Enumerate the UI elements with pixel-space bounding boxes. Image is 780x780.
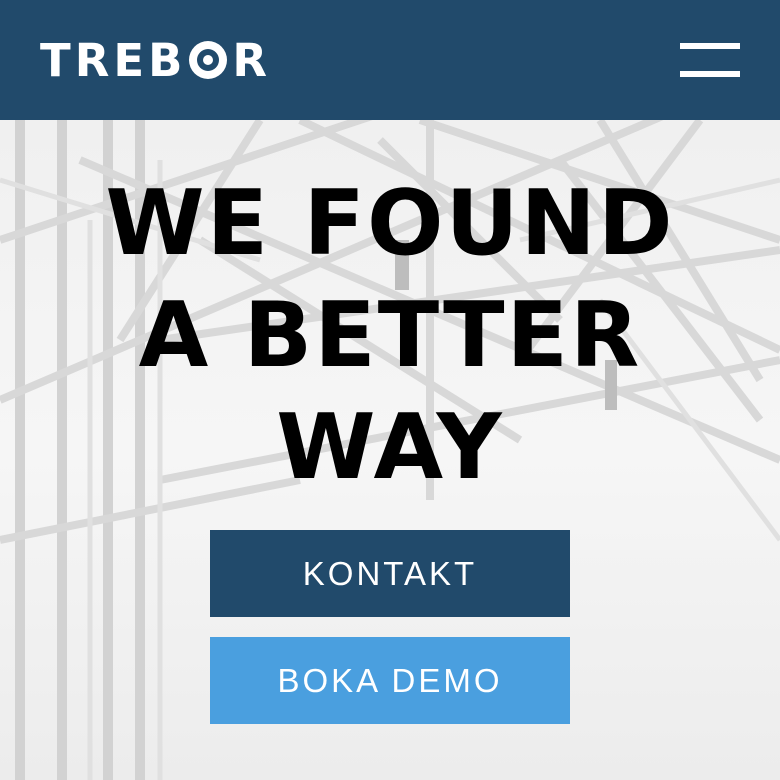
hamburger-menu-icon[interactable]	[680, 43, 740, 77]
book-demo-button[interactable]: BOKA DEMO	[210, 637, 570, 724]
trebor-logo[interactable]: TREB R	[40, 38, 271, 83]
headline-line-2: A BETTER	[138, 283, 642, 388]
site-header: TREB R	[0, 0, 780, 120]
logo-text-prefix: TREB	[40, 33, 187, 87]
logo-text-suffix: R	[232, 33, 272, 87]
headline-line-1: WE FOUND	[105, 171, 675, 276]
contact-button[interactable]: KONTAKT	[210, 530, 570, 617]
hero-section: WE FOUND A BETTER WAY KONTAKT BOKA DEMO	[0, 120, 780, 780]
hero-headline: WE FOUND A BETTER WAY	[0, 168, 780, 504]
logo-target-icon	[188, 40, 228, 80]
headline-line-3: WAY	[276, 395, 504, 500]
